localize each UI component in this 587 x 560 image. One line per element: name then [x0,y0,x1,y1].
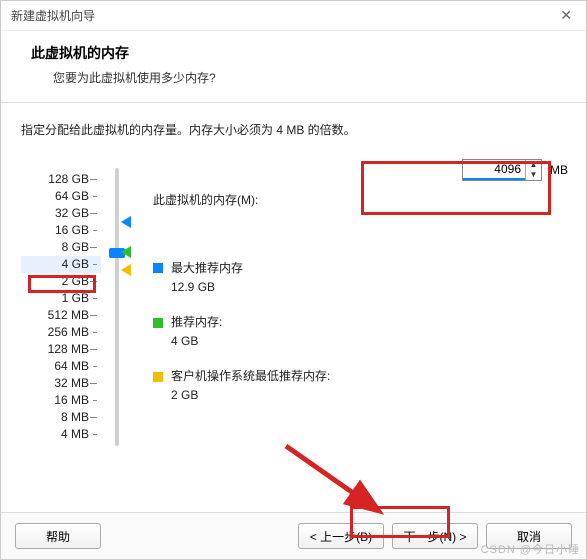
scale-tick: 64 MB [21,358,101,375]
spinner-arrows[interactable]: ▲ ▼ [525,160,541,180]
window-title: 新建虚拟机向导 [11,7,95,24]
slider-track[interactable] [115,168,119,446]
instruction-text: 指定分配给此虚拟机的内存量。内存大小必须为 4 MB 的倍数。 [21,121,566,138]
max-marker-icon [121,216,131,228]
close-icon[interactable]: ✕ [556,3,576,28]
content-area: 指定分配给此虚拟机的内存量。内存大小必须为 4 MB 的倍数。 ▲ ▼ MB 1… [1,103,586,471]
rec-marker-icon [121,246,131,258]
titlebar: 新建虚拟机向导 ✕ [1,1,586,31]
memory-slider[interactable] [101,162,137,451]
scale-tick: 256 MB [21,324,101,341]
min-marker-icon [121,264,131,276]
memory-field-label: 此虚拟机的内存(M): [153,191,566,210]
help-button[interactable]: 帮助 [15,523,101,549]
legend-rec: 推荐内存: 4 GB [153,313,566,351]
next-button[interactable]: 下一步(N) > [392,523,478,549]
spinner-down-icon[interactable]: ▼ [526,170,541,180]
memory-scale: 128 GB64 GB32 GB16 GB8 GB4 GB2 GB1 GB512… [21,171,101,443]
spinner-up-icon[interactable]: ▲ [526,160,541,170]
back-button[interactable]: < 上一步(B) [298,523,384,549]
scale-tick: 1 GB [21,290,101,307]
page-subtitle: 您要为此虚拟机使用多少内存? [31,69,556,86]
scale-tick: 64 GB [21,188,101,205]
yellow-square-icon [153,372,163,382]
scale-tick: 8 GB [21,239,101,256]
page-title: 此虚拟机的内存 [31,43,556,63]
legend-max-value: 12.9 GB [153,278,566,297]
scale-tick: 4 MB [21,426,101,443]
legend-rec-value: 4 GB [153,332,566,351]
legend-rec-label: 推荐内存: [171,315,222,329]
legend-min-label: 客户机操作系统最低推荐内存: [171,369,330,383]
scale-tick: 512 MB [21,307,101,324]
memory-unit: MB [550,163,568,177]
scale-tick: 16 GB [21,222,101,239]
legend-min: 客户机操作系统最低推荐内存: 2 GB [153,367,566,405]
scale-tick: 8 MB [21,409,101,426]
watermark-text: CSDN @今日小睡 [481,541,580,557]
legend-max: 最大推荐内存 12.9 GB [153,259,566,297]
scale-tick: 128 GB [21,171,101,188]
memory-spinner[interactable]: ▲ ▼ [462,159,542,181]
legend-min-value: 2 GB [153,386,566,405]
scale-tick: 16 MB [21,392,101,409]
green-square-icon [153,318,163,328]
memory-input[interactable] [463,160,525,180]
scale-tick: 2 GB [21,273,101,290]
blue-square-icon [153,263,163,273]
wizard-header: 此虚拟机的内存 您要为此虚拟机使用多少内存? [1,31,586,103]
legend: 此虚拟机的内存(M): 最大推荐内存 12.9 GB 推荐内存: 4 GB 客户… [137,191,566,421]
wizard-dialog: 新建虚拟机向导 ✕ 此虚拟机的内存 您要为此虚拟机使用多少内存? 指定分配给此虚… [0,0,587,560]
scale-tick: 128 MB [21,341,101,358]
scale-tick: 4 GB [21,256,101,273]
legend-max-label: 最大推荐内存 [171,261,243,275]
memory-row: 128 GB64 GB32 GB16 GB8 GB4 GB2 GB1 GB512… [21,162,566,451]
memory-field-group: ▲ ▼ MB [462,159,568,181]
scale-tick: 32 GB [21,205,101,222]
scale-tick: 32 MB [21,375,101,392]
